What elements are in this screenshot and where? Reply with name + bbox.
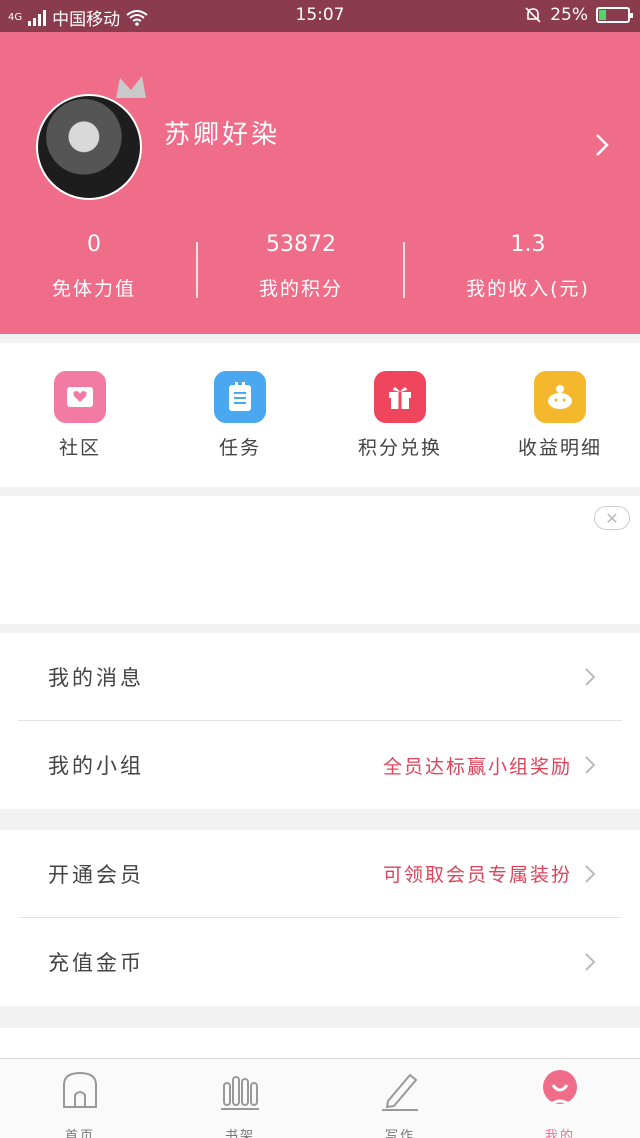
nav-write[interactable]: 写作 bbox=[320, 1067, 480, 1138]
nav-home[interactable]: 首页 bbox=[0, 1067, 160, 1138]
menu-group-partial bbox=[0, 1028, 640, 1058]
quick-action-points-exchange[interactable]: 积分兑换 bbox=[320, 371, 480, 460]
nav-bookshelf[interactable]: 书架 bbox=[160, 1067, 320, 1138]
stat-stamina[interactable]: 0 免体力值 bbox=[0, 232, 194, 301]
profile-icon bbox=[543, 1070, 577, 1107]
status-bar: 4G 中国移动 15:07 25% bbox=[0, 0, 640, 32]
stat-income[interactable]: 1.3 我的收入(元) bbox=[428, 232, 628, 301]
menu-row-title: 我的消息 bbox=[48, 665, 144, 690]
bottom-nav: 首页 书架 写作 我的 bbox=[0, 1058, 640, 1138]
menu-row-messages[interactable]: 我的消息 bbox=[18, 633, 622, 721]
menu-row-title: 开通会员 bbox=[48, 862, 144, 887]
profile-header[interactable]: 苏卿好染 0 免体力值 53872 我的积分 1.3 我的收入(元) bbox=[0, 32, 640, 334]
chevron-right-icon bbox=[585, 756, 596, 774]
stat-value: 53872 bbox=[266, 232, 336, 257]
gift-icon bbox=[374, 371, 426, 423]
stat-value: 1.3 bbox=[510, 232, 546, 257]
ad-banner[interactable]: ✕ bbox=[0, 496, 640, 624]
quick-action-label: 社区 bbox=[58, 437, 101, 459]
quick-action-label: 任务 bbox=[218, 437, 261, 459]
bookshelf-icon bbox=[221, 1076, 259, 1110]
menu-group-membership: 开通会员 可领取会员专属装扮 充值金币 bbox=[0, 830, 640, 1006]
quick-action-earnings[interactable]: 收益明细 bbox=[480, 371, 640, 460]
task-list-icon bbox=[214, 371, 266, 423]
mute-bell-icon bbox=[525, 7, 541, 23]
menu-row-vip[interactable]: 开通会员 可领取会员专属装扮 bbox=[18, 830, 622, 918]
menu-row-hint: 可领取会员专属装扮 bbox=[382, 864, 572, 886]
battery-percent: 25% bbox=[550, 5, 588, 25]
stat-label: 我的积分 bbox=[258, 278, 343, 300]
avatar[interactable] bbox=[36, 94, 142, 200]
quick-action-label: 收益明细 bbox=[517, 437, 602, 459]
quick-action-task[interactable]: 任务 bbox=[160, 371, 320, 460]
stat-points[interactable]: 53872 我的积分 bbox=[201, 232, 401, 301]
clock: 15:07 bbox=[295, 5, 345, 25]
piggy-bank-icon bbox=[534, 371, 586, 423]
chevron-right-icon bbox=[585, 953, 596, 971]
battery-icon bbox=[596, 7, 633, 23]
stat-label: 免体力值 bbox=[51, 278, 136, 300]
quick-action-community[interactable]: 社区 bbox=[0, 371, 160, 460]
stat-label: 我的收入(元) bbox=[466, 278, 590, 300]
nav-label: 书架 bbox=[224, 1129, 255, 1138]
menu-row-hint: 全员达标赢小组奖励 bbox=[382, 755, 572, 778]
nav-label: 写作 bbox=[384, 1129, 415, 1138]
crown-icon bbox=[116, 76, 146, 98]
pen-icon bbox=[382, 1073, 418, 1111]
menu-row-title: 我的小组 bbox=[48, 754, 144, 778]
community-icon bbox=[54, 371, 106, 423]
close-icon[interactable]: ✕ bbox=[594, 506, 630, 530]
stat-divider bbox=[403, 242, 405, 298]
menu-group-social: 我的消息 我的小组 全员达标赢小组奖励 bbox=[0, 633, 640, 809]
home-icon bbox=[63, 1071, 97, 1108]
stat-value: 0 bbox=[87, 232, 101, 257]
quick-action-label: 积分兑换 bbox=[357, 437, 442, 459]
menu-row-recharge[interactable]: 充值金币 bbox=[18, 918, 622, 1006]
nav-label: 我的 bbox=[544, 1129, 575, 1138]
nav-profile[interactable]: 我的 bbox=[480, 1067, 640, 1138]
nav-label: 首页 bbox=[64, 1129, 95, 1138]
menu-row-my-group[interactable]: 我的小组 全员达标赢小组奖励 bbox=[18, 721, 622, 809]
username: 苏卿好染 bbox=[164, 120, 281, 150]
menu-row-title: 充值金币 bbox=[48, 951, 144, 975]
chevron-right-icon[interactable] bbox=[594, 132, 610, 158]
stat-divider bbox=[196, 242, 198, 298]
quick-actions: 社区 任务 积分兑换 收益明细 bbox=[0, 343, 640, 487]
chevron-right-icon bbox=[585, 864, 596, 883]
chevron-right-icon bbox=[585, 667, 596, 686]
